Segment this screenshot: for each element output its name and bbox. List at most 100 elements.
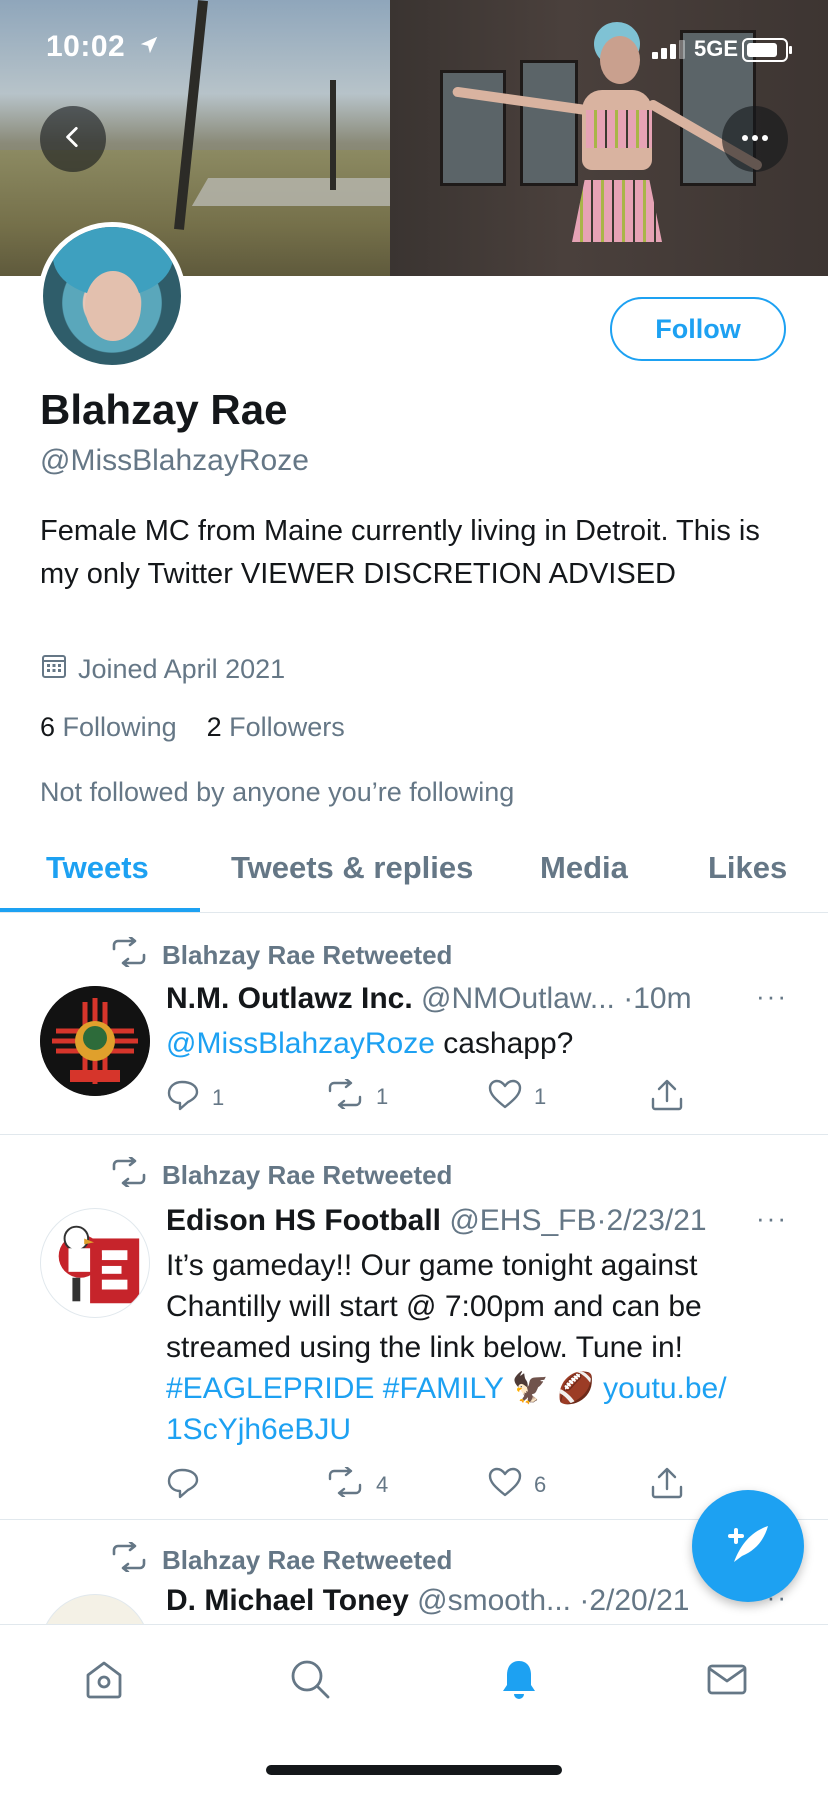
back-button[interactable] xyxy=(40,106,106,172)
heart-icon xyxy=(488,1079,522,1115)
search-icon xyxy=(288,1657,332,1706)
home-icon xyxy=(82,1657,126,1706)
retweet-context: Blahzay Rae Retweeted xyxy=(110,1540,453,1579)
status-bar: 10:02 5GE xyxy=(0,0,828,100)
mail-icon xyxy=(705,1657,749,1706)
tweet-mention[interactable]: @MissBlahzayRoze xyxy=(166,1027,435,1060)
reply-count: 1 xyxy=(212,1085,225,1110)
retweet-icon xyxy=(110,1155,148,1194)
chevron-left-icon xyxy=(60,124,86,155)
more-icon: ··· xyxy=(756,981,788,1011)
nav-messages[interactable] xyxy=(697,1651,757,1711)
tweet-author-name[interactable]: D. Michael Toney xyxy=(166,1584,409,1617)
banner-skirt xyxy=(572,180,662,242)
retweet-button[interactable]: 1 xyxy=(326,1077,389,1115)
tweet-actions: 1 1 1 xyxy=(166,1077,726,1119)
retweet-label: Blahzay Rae Retweeted xyxy=(162,1160,453,1190)
compose-icon xyxy=(720,1516,776,1577)
profile-name: Blahzay Rae xyxy=(40,386,288,433)
tweet-body: cashapp? xyxy=(434,1027,574,1060)
tweet-author-name[interactable]: Edison HS Football xyxy=(166,1204,441,1237)
tab-media[interactable]: Media xyxy=(540,850,628,886)
network-type: 5GE xyxy=(694,36,739,61)
share-button[interactable] xyxy=(650,1467,684,1505)
not-followed-note: Not followed by anyone you’re following xyxy=(40,777,515,807)
tweet-body: It’s gameday!! Our game tonight against … xyxy=(166,1249,702,1364)
heart-icon xyxy=(488,1467,522,1503)
tweet-avatar[interactable] xyxy=(40,1208,150,1318)
status-time: 10:02 xyxy=(46,30,126,63)
tweet-item[interactable]: Blahzay Rae Retweeted N.M. Outlawz Inc. … xyxy=(0,913,828,1135)
more-icon xyxy=(740,130,770,148)
tweet-author-name[interactable]: N.M. Outlawz Inc. xyxy=(166,982,413,1015)
profile-tabs: Tweets Tweets & replies Media Likes xyxy=(0,838,828,913)
tweet-header: N.M. Outlawz Inc. @NMOutlaw... ·10m xyxy=(166,982,692,1016)
tweet-avatar[interactable] xyxy=(40,986,150,1096)
tab-tweets[interactable]: Tweets xyxy=(46,850,149,886)
followers-label: Followers xyxy=(229,712,345,742)
tweet-emoji: 🦅 🏈 xyxy=(511,1372,595,1405)
banner-top xyxy=(586,110,652,148)
home-indicator[interactable] xyxy=(266,1765,562,1775)
tweet-author-handle[interactable]: @smooth... xyxy=(417,1584,571,1617)
following-label: Following xyxy=(62,712,177,742)
tweet-hashtags[interactable]: #EAGLEPRIDE #FAMILY xyxy=(166,1372,503,1405)
following-link[interactable]: 6 Following xyxy=(40,712,177,742)
battery-icon xyxy=(742,38,792,62)
tweet-author-handle[interactable]: @NMOutlaw... xyxy=(421,982,615,1015)
tweet-time: ·2/23/21 xyxy=(596,1204,707,1237)
nav-search[interactable] xyxy=(280,1651,340,1711)
tweet-time: ·2/20/21 xyxy=(579,1584,690,1617)
nav-home[interactable] xyxy=(74,1651,134,1711)
like-count: 6 xyxy=(534,1472,547,1497)
retweet-icon xyxy=(326,1465,364,1503)
profile-bio: Female MC from Maine currently living in… xyxy=(40,515,760,590)
active-tab-indicator xyxy=(0,908,200,912)
tab-tweets-replies[interactable]: Tweets & replies xyxy=(231,850,473,886)
more-options-button[interactable] xyxy=(722,106,788,172)
followers-count: 2 xyxy=(206,712,222,742)
reply-button[interactable]: 1 xyxy=(166,1079,224,1117)
avatar-face xyxy=(85,271,141,341)
profile-handle: @MissBlahzayRoze xyxy=(40,444,309,477)
share-icon xyxy=(650,1467,684,1505)
following-count: 6 xyxy=(40,712,56,742)
tweet-item[interactable]: Blahzay Rae Retweeted Edison HS Football… xyxy=(0,1135,828,1520)
tweet-text: It’s gameday!! Our game tonight against … xyxy=(166,1245,786,1450)
like-button[interactable]: 1 xyxy=(488,1079,546,1115)
tweet-actions: 4 6 xyxy=(166,1465,726,1507)
tweet-avatar[interactable] xyxy=(40,1594,150,1624)
retweet-icon xyxy=(110,1540,148,1579)
retweet-button[interactable]: 4 xyxy=(326,1465,389,1503)
retweet-label: Blahzay Rae Retweeted xyxy=(162,1545,453,1575)
retweet-count: 1 xyxy=(376,1084,389,1109)
reply-icon xyxy=(166,1467,200,1505)
retweet-icon xyxy=(326,1077,364,1115)
followers-link[interactable]: 2 Followers xyxy=(207,712,345,742)
calendar-icon xyxy=(40,652,68,687)
reply-icon xyxy=(166,1079,200,1117)
follow-counts: 6 Following 2 Followers xyxy=(40,712,345,743)
tweet-author-handle[interactable]: @EHS_FB xyxy=(449,1204,596,1237)
tab-likes[interactable]: Likes xyxy=(708,850,787,886)
follow-button[interactable]: Follow xyxy=(610,297,786,361)
joined-text: Joined April 2021 xyxy=(78,654,286,684)
tweet-more-button[interactable]: ··· xyxy=(756,1203,788,1234)
tweet-more-button[interactable]: ··· xyxy=(756,981,788,1012)
tweet-text: @MissBlahzayRoze cashapp? xyxy=(166,1023,786,1064)
retweet-count: 4 xyxy=(376,1472,389,1497)
share-button[interactable] xyxy=(650,1079,684,1117)
tweet-time: ·10m xyxy=(623,982,692,1015)
tweet-header: Edison HS Football @EHS_FB·2/23/21 xyxy=(166,1204,707,1238)
joined-date: Joined April 2021 xyxy=(40,652,285,687)
nav-notifications[interactable] xyxy=(489,1651,549,1711)
location-arrow-icon xyxy=(138,34,160,63)
profile-avatar[interactable] xyxy=(38,222,186,370)
compose-tweet-button[interactable] xyxy=(692,1490,804,1602)
reply-button[interactable] xyxy=(166,1467,212,1505)
retweet-label: Blahzay Rae Retweeted xyxy=(162,940,453,970)
bell-icon xyxy=(497,1657,541,1706)
tweet-header: D. Michael Toney @smooth... ·2/20/21 xyxy=(166,1584,689,1618)
like-button[interactable]: 6 xyxy=(488,1467,546,1503)
more-icon: ··· xyxy=(756,1203,788,1233)
